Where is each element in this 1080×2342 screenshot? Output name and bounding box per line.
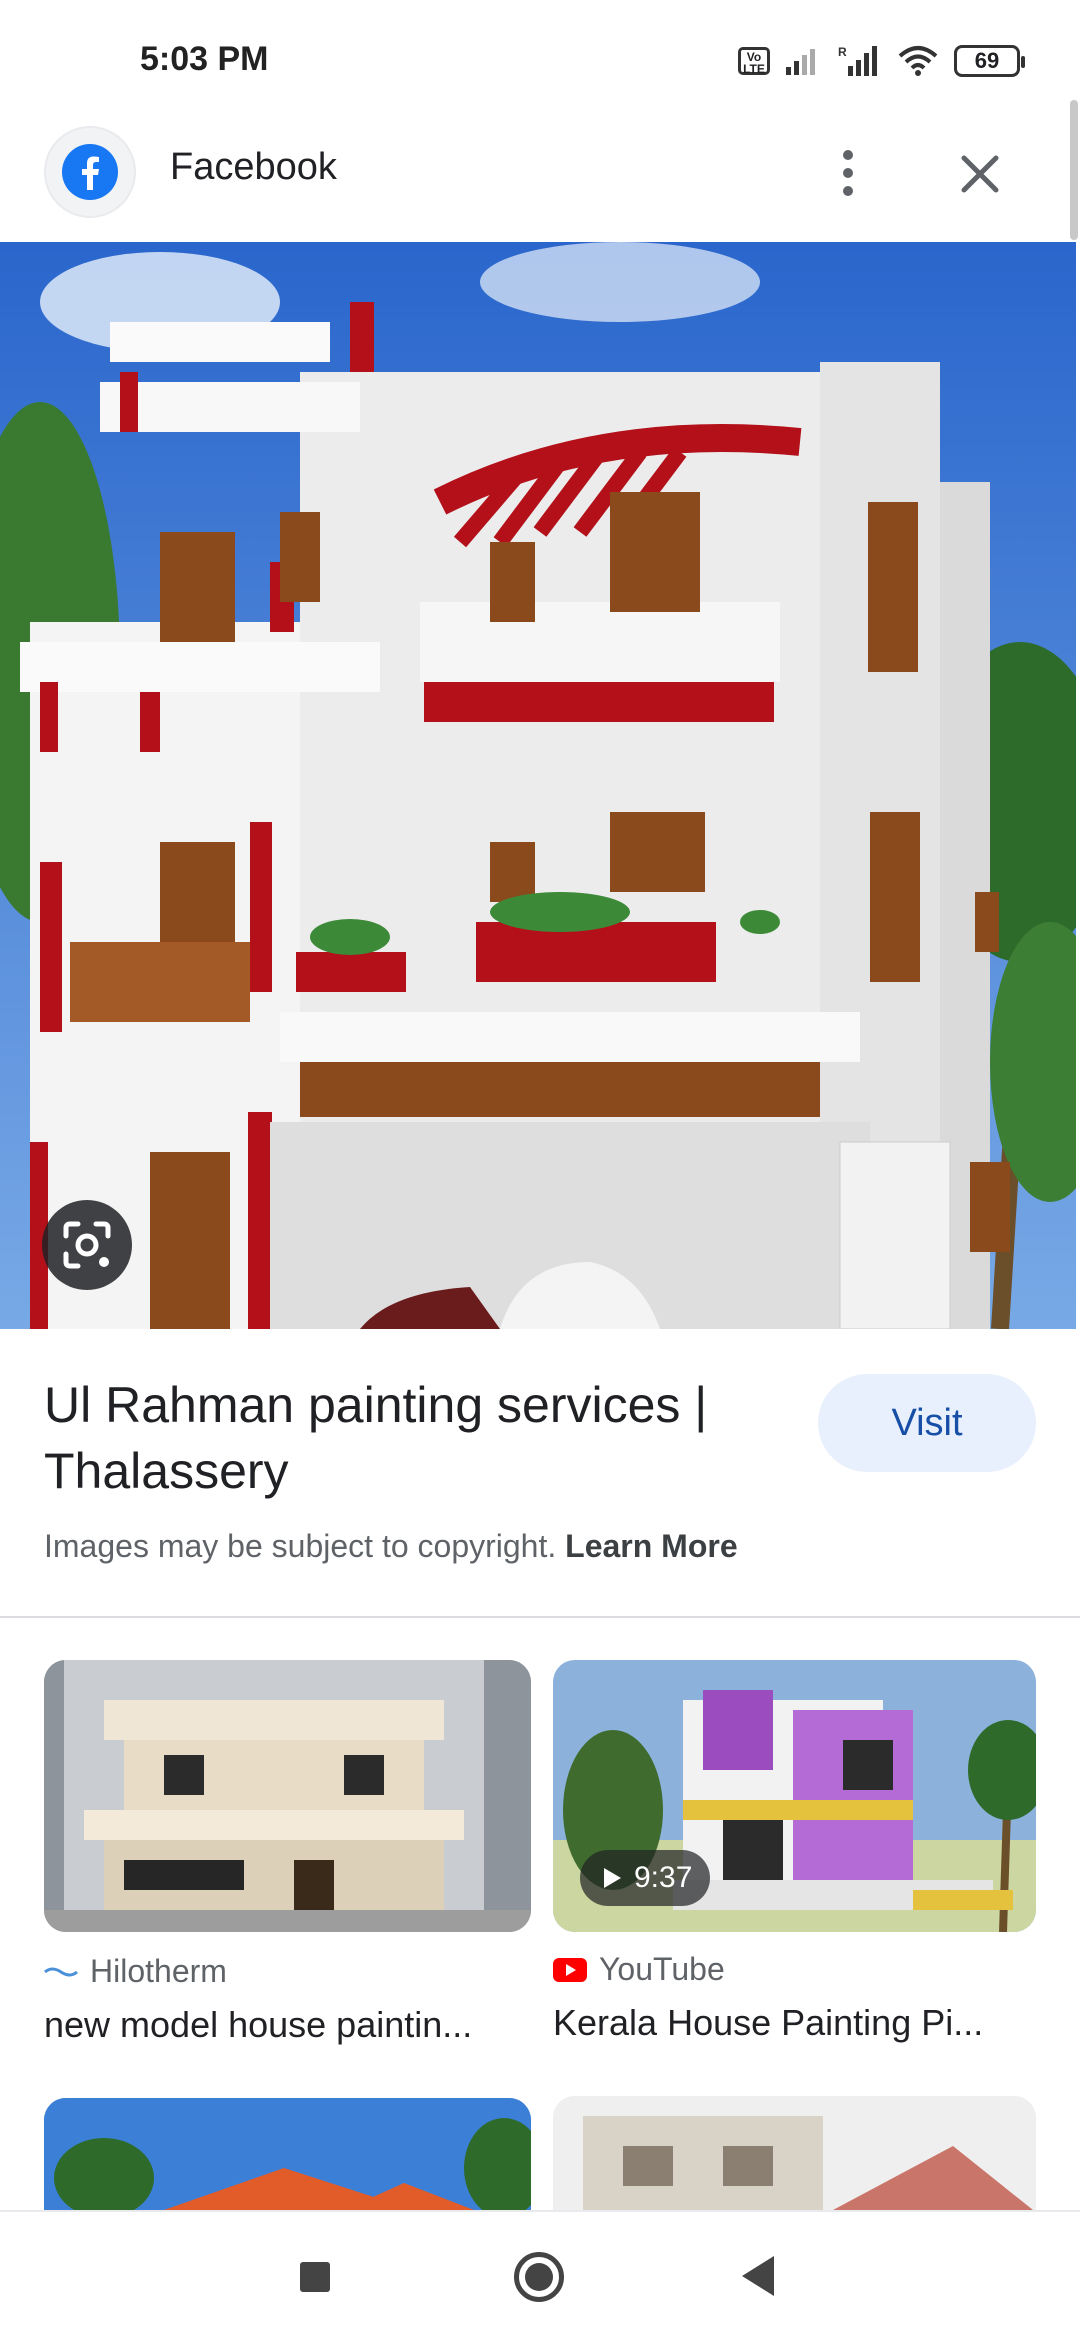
more-vert-icon: [843, 150, 853, 160]
divider: [0, 1616, 1080, 1618]
svg-text:R: R: [838, 45, 847, 59]
youtube-icon: [553, 1957, 587, 1982]
status-bar: 5:03 PM Vo LTE R 69: [0, 0, 1080, 100]
house-illustration: [0, 242, 1076, 1329]
status-icons: Vo LTE R 69: [738, 44, 1025, 78]
video-duration-badge: 9:37: [580, 1850, 710, 1906]
facebook-logo[interactable]: [44, 126, 136, 218]
battery-icon: 69: [954, 45, 1025, 77]
preview-image[interactable]: [0, 242, 1076, 1329]
scrollbar[interactable]: [1070, 100, 1078, 240]
preview-header: Facebook: [0, 100, 1080, 242]
related-image[interactable]: [553, 2096, 1036, 2210]
related-house-thumbnail: [44, 1660, 531, 1932]
related-source: Hilotherm: [44, 1953, 227, 1990]
home-button[interactable]: [514, 2252, 564, 2302]
home-icon: [525, 2263, 553, 2291]
related-source-name: YouTube: [599, 1951, 725, 1987]
related-image[interactable]: [44, 1660, 531, 1932]
hilotherm-icon: [44, 1967, 78, 1976]
copyright-text: Images may be subject to copyright.: [44, 1528, 557, 1564]
facebook-icon: [62, 144, 118, 200]
google-lens-button[interactable]: [42, 1200, 132, 1290]
learn-more-link[interactable]: Learn More: [565, 1528, 737, 1564]
wifi-icon: [898, 46, 938, 76]
related-title[interactable]: Kerala House Painting Pi...: [553, 2002, 1036, 2044]
source-title[interactable]: Facebook: [170, 146, 337, 189]
recents-button[interactable]: [300, 2262, 330, 2292]
signal-roaming-icon: R: [838, 45, 877, 76]
volte-icon: Vo LTE: [738, 47, 770, 75]
related-image[interactable]: [44, 2098, 531, 2210]
related-source-name: Hilotherm: [90, 1953, 227, 1989]
related-title[interactable]: new model house paintin...: [44, 2004, 531, 2046]
back-button[interactable]: [742, 2256, 774, 2296]
video-duration: 9:37: [634, 1861, 693, 1894]
play-icon: [604, 1868, 621, 1888]
result-title[interactable]: Ul Rahman painting services | Thalassery: [44, 1372, 764, 1504]
system-nav-bar: [0, 2210, 1080, 2342]
related-house-thumbnail: [553, 2096, 1036, 2210]
close-icon[interactable]: [950, 144, 1010, 204]
related-source: YouTube: [553, 1951, 725, 1988]
related-house-thumbnail: [44, 2098, 531, 2210]
signal-icon: [786, 49, 815, 75]
copyright-notice: Images may be subject to copyright. Lear…: [44, 1528, 738, 1565]
visit-button[interactable]: Visit: [818, 1374, 1036, 1472]
lens-icon: [63, 1221, 111, 1269]
more-options-button[interactable]: [820, 138, 876, 208]
status-time: 5:03 PM: [140, 40, 269, 78]
